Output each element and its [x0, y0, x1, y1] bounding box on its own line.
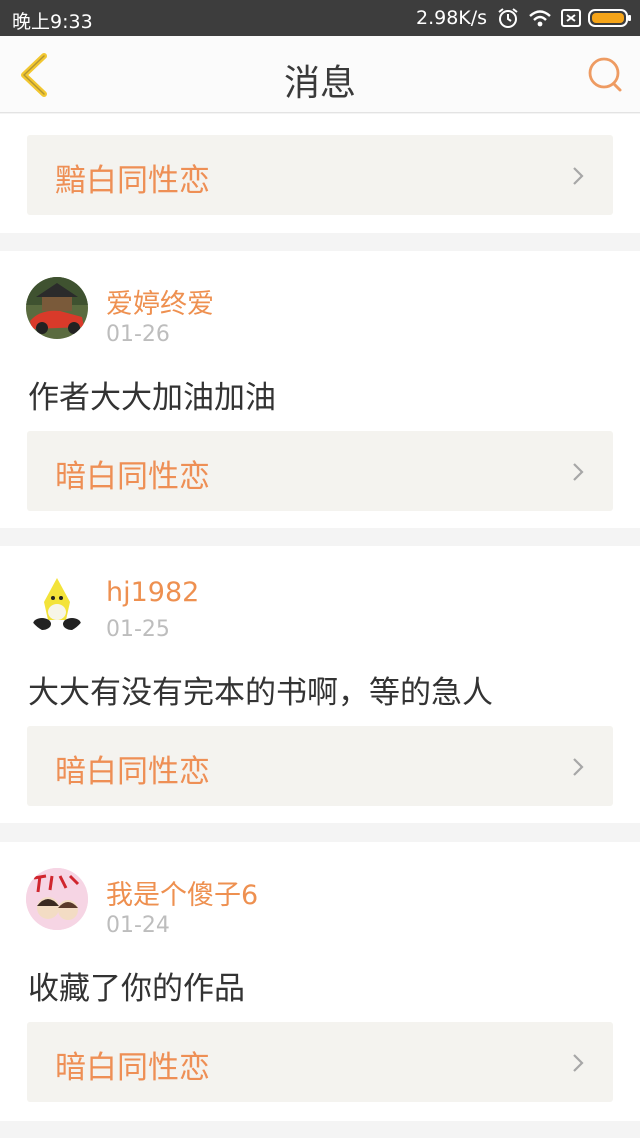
novel-title: 暗白同性恋: [55, 1050, 210, 1086]
message-card: hj1982 01-25 大大有没有完本的书啊，等的急人 暗白同性恋: [0, 546, 640, 823]
message-date: 01-26: [106, 322, 170, 347]
novel-link[interactable]: 黯白同性恋: [27, 135, 613, 215]
avatar[interactable]: [26, 868, 88, 930]
top-nav-bar: 消息: [0, 36, 640, 113]
message-date: 01-25: [106, 617, 170, 642]
novel-link[interactable]: 暗白同性恋: [27, 726, 613, 806]
chevron-right-icon: [573, 167, 584, 185]
username[interactable]: 我是个傻子6: [106, 873, 258, 912]
novel-link[interactable]: 暗白同性恋: [27, 1022, 613, 1102]
message-card: 爱婷终爱 01-26 作者大大加油加油 暗白同性恋: [0, 251, 640, 528]
message-text: 大大有没有完本的书啊，等的急人: [28, 675, 493, 711]
sim-icon: [561, 9, 581, 27]
novel-title: 黯白同性恋: [55, 163, 210, 199]
battery-icon: [588, 9, 631, 27]
message-text: 作者大大加油加油: [28, 380, 276, 416]
network-speed: 2.98K/s: [416, 7, 488, 29]
avatar[interactable]: [26, 572, 88, 634]
chevron-right-icon: [573, 1054, 584, 1072]
novel-title: 暗白同性恋: [55, 459, 210, 495]
search-icon[interactable]: [585, 56, 625, 94]
message-date: 01-24: [106, 913, 170, 938]
wifi-icon: [529, 10, 551, 27]
message-card: 黯白同性恋: [0, 114, 640, 233]
chevron-right-icon: [573, 758, 584, 776]
novel-title: 暗白同性恋: [55, 754, 210, 790]
chevron-right-icon: [573, 463, 584, 481]
username[interactable]: 爱婷终爱: [106, 282, 214, 321]
status-bar: 晚上9:33 2.98K/s: [0, 0, 640, 36]
status-time: 晚上9:33: [12, 11, 93, 33]
alarm-icon: [498, 8, 518, 28]
message-text: 收藏了你的作品: [28, 971, 245, 1007]
username[interactable]: hj1982: [106, 577, 199, 608]
avatar[interactable]: [26, 277, 88, 339]
page-title: 消息: [283, 63, 356, 104]
message-card: 我是个傻子6 01-24 收藏了你的作品 暗白同性恋: [0, 842, 640, 1121]
novel-link[interactable]: 暗白同性恋: [27, 431, 613, 511]
